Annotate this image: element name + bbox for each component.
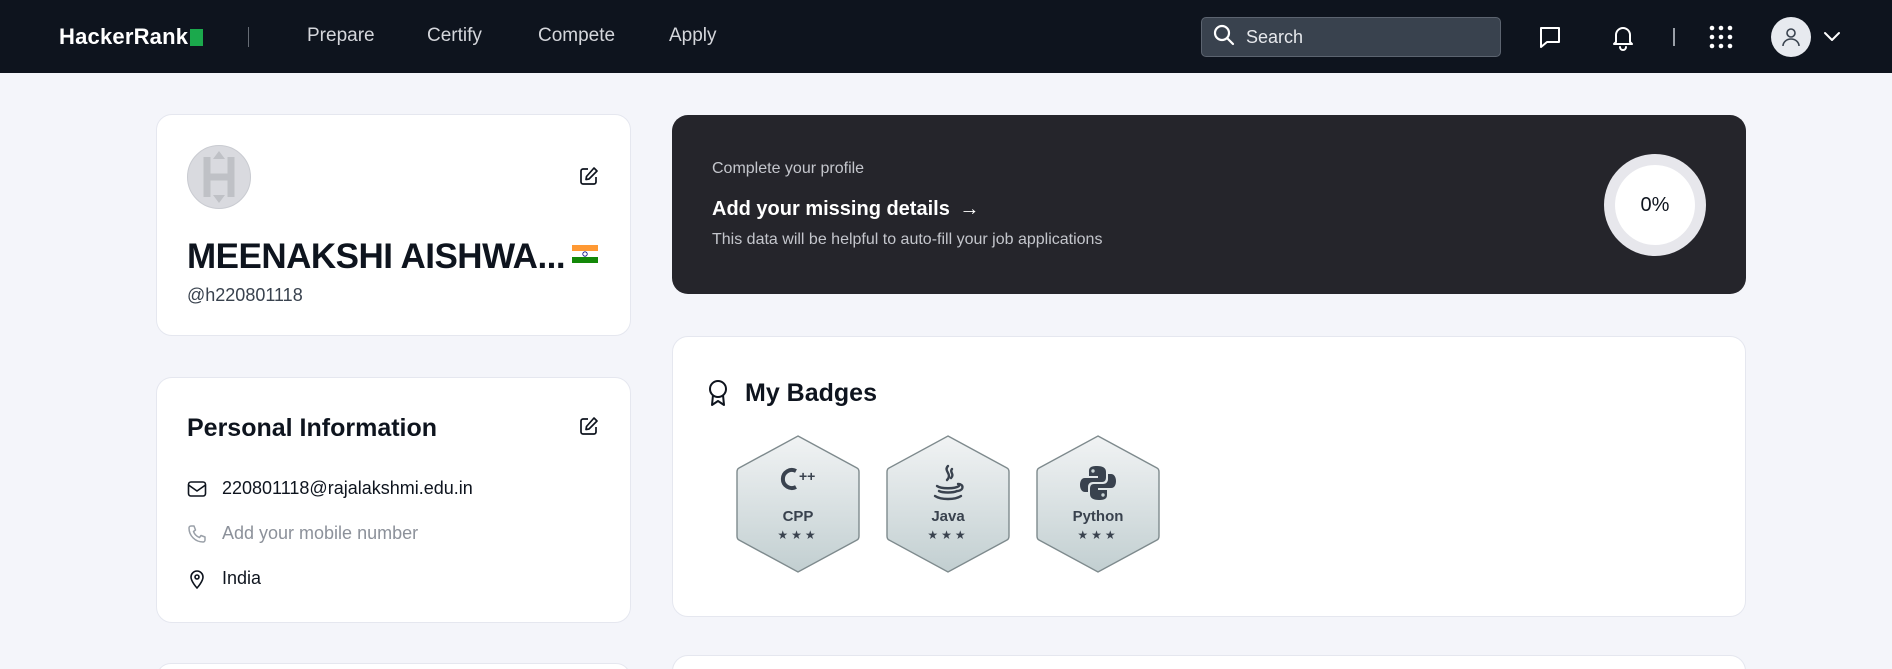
arrow-right-icon: → [959, 198, 980, 220]
complete-profile-subtitle: This data will be helpful to auto-fill y… [712, 231, 1103, 248]
search-input[interactable] [1246, 26, 1486, 48]
profile-progress-ring: 0% [1604, 154, 1706, 256]
personal-information-card: Personal Information 220801118@rajalaksh… [156, 377, 631, 623]
java-icon [885, 464, 1011, 502]
add-missing-details-label: Add your missing details [712, 198, 950, 220]
phone-icon [187, 524, 207, 544]
add-missing-details-link[interactable]: Add your missing details → [712, 198, 979, 221]
navbar-separator [1673, 28, 1675, 46]
profile-card: MEENAKSHI AISHWA... @h220801118 [156, 114, 631, 336]
mail-icon [187, 479, 207, 499]
profile-progress-value: 0% [1615, 165, 1695, 245]
apps-grid-icon[interactable] [1707, 23, 1735, 51]
edit-personal-info-icon[interactable] [578, 415, 600, 437]
badge-stars: ★★★ [1077, 528, 1119, 542]
top-navbar: HackerRank Prepare Certify Compete Apply [0, 0, 1892, 73]
complete-profile-card: Complete your profile Add your missing d… [672, 115, 1746, 294]
profile-avatar[interactable] [187, 145, 251, 209]
phone-row[interactable]: Add your mobile number [187, 523, 418, 544]
badge-python[interactable]: Python ★★★ [1035, 434, 1161, 574]
badge-stars: ★★★ [777, 528, 819, 542]
my-badges-title: My Badges [745, 379, 877, 407]
location-row: India [187, 568, 261, 589]
next-left-card [156, 663, 631, 669]
add-mobile-number-link[interactable]: Add your mobile number [222, 523, 418, 544]
edit-profile-icon[interactable] [578, 165, 600, 187]
bell-icon[interactable] [1609, 23, 1637, 51]
personal-information-title: Personal Information [187, 414, 438, 442]
badge-ribbon-icon [705, 379, 731, 407]
badge-name: CPP [782, 508, 814, 525]
badge-name: Python [1072, 508, 1124, 525]
nav-certify[interactable]: Certify [427, 25, 482, 47]
nav-apply[interactable]: Apply [669, 25, 717, 47]
badge-name: Java [931, 508, 965, 525]
next-right-card [672, 655, 1746, 669]
complete-profile-eyebrow: Complete your profile [712, 160, 865, 177]
search-icon [1212, 23, 1236, 52]
india-flag-icon [572, 245, 598, 263]
chevron-down-icon[interactable] [1820, 24, 1848, 52]
badge-java[interactable]: Java ★★★ [885, 434, 1011, 574]
location-pin-icon [187, 569, 207, 589]
logo-text: HackerRank [59, 24, 189, 49]
profile-name: MEENAKSHI AISHWA... [187, 237, 566, 276]
cpp-icon: ++ [735, 464, 861, 494]
location-value: India [222, 568, 262, 588]
profile-handle: @h220801118 [187, 285, 303, 305]
email-row: 220801118@rajalakshmi.edu.in [187, 478, 473, 499]
nav-compete[interactable]: Compete [538, 25, 615, 47]
logo-square-icon [190, 28, 204, 46]
badge-stars: ★★★ [927, 528, 969, 542]
user-avatar-icon[interactable] [1771, 17, 1811, 57]
my-badges-card: My Badges ++ CPP ★★★ Java ★★★ Python ★★★ [672, 336, 1746, 617]
badge-cpp[interactable]: ++ CPP ★★★ [735, 434, 861, 574]
search-box[interactable] [1201, 17, 1501, 57]
hackerrank-logo[interactable]: HackerRank [59, 24, 204, 50]
message-icon[interactable] [1536, 23, 1564, 51]
python-icon [1035, 464, 1161, 502]
email-value: 220801118@rajalakshmi.edu.in [222, 478, 473, 498]
svg-text:++: ++ [799, 468, 815, 484]
nav-prepare[interactable]: Prepare [307, 25, 375, 47]
logo-divider [248, 27, 249, 47]
